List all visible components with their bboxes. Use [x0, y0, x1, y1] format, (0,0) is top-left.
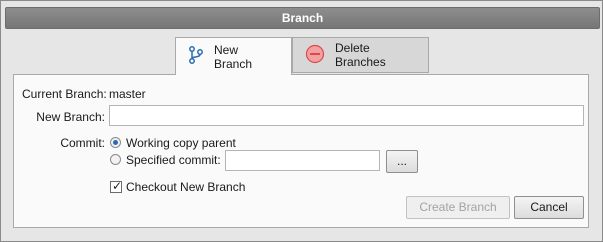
new-branch-panel: Current Branch: master New Branch: Commi…: [13, 74, 589, 228]
checkout-new-branch-checkbox[interactable]: ✓: [110, 179, 123, 193]
new-branch-label: New Branch:: [36, 110, 105, 124]
create-branch-button[interactable]: Create Branch: [406, 196, 510, 219]
branch-icon: [188, 46, 204, 67]
checkmark-icon: ✓: [112, 179, 123, 193]
specified-commit-label: Specified commit:: [126, 153, 221, 167]
dialog-title: Branch: [5, 7, 600, 29]
working-copy-parent-label: Working copy parent: [126, 136, 236, 150]
browse-commit-button[interactable]: ...: [386, 150, 418, 173]
current-branch-value: master: [109, 87, 146, 101]
branch-dialog: Branch New Branch Delete Branches Curren…: [0, 0, 603, 242]
cancel-button[interactable]: Cancel: [514, 196, 584, 219]
tab-delete-branches-label: Delete Branches: [335, 41, 386, 69]
tab-new-branch-label: New Branch: [214, 42, 253, 71]
tab-delete-branches[interactable]: Delete Branches: [292, 37, 429, 73]
current-branch-label: Current Branch:: [22, 87, 107, 101]
tab-new-branch[interactable]: New Branch: [175, 37, 292, 75]
new-branch-input[interactable]: [109, 105, 584, 126]
specified-commit-radio[interactable]: [110, 154, 121, 165]
working-copy-parent-radio[interactable]: [110, 137, 121, 148]
specified-commit-input[interactable]: [225, 150, 380, 171]
commit-label: Commit:: [60, 136, 105, 150]
checkout-new-branch-label: Checkout New Branch: [126, 180, 246, 194]
delete-circle-icon: [305, 44, 325, 67]
